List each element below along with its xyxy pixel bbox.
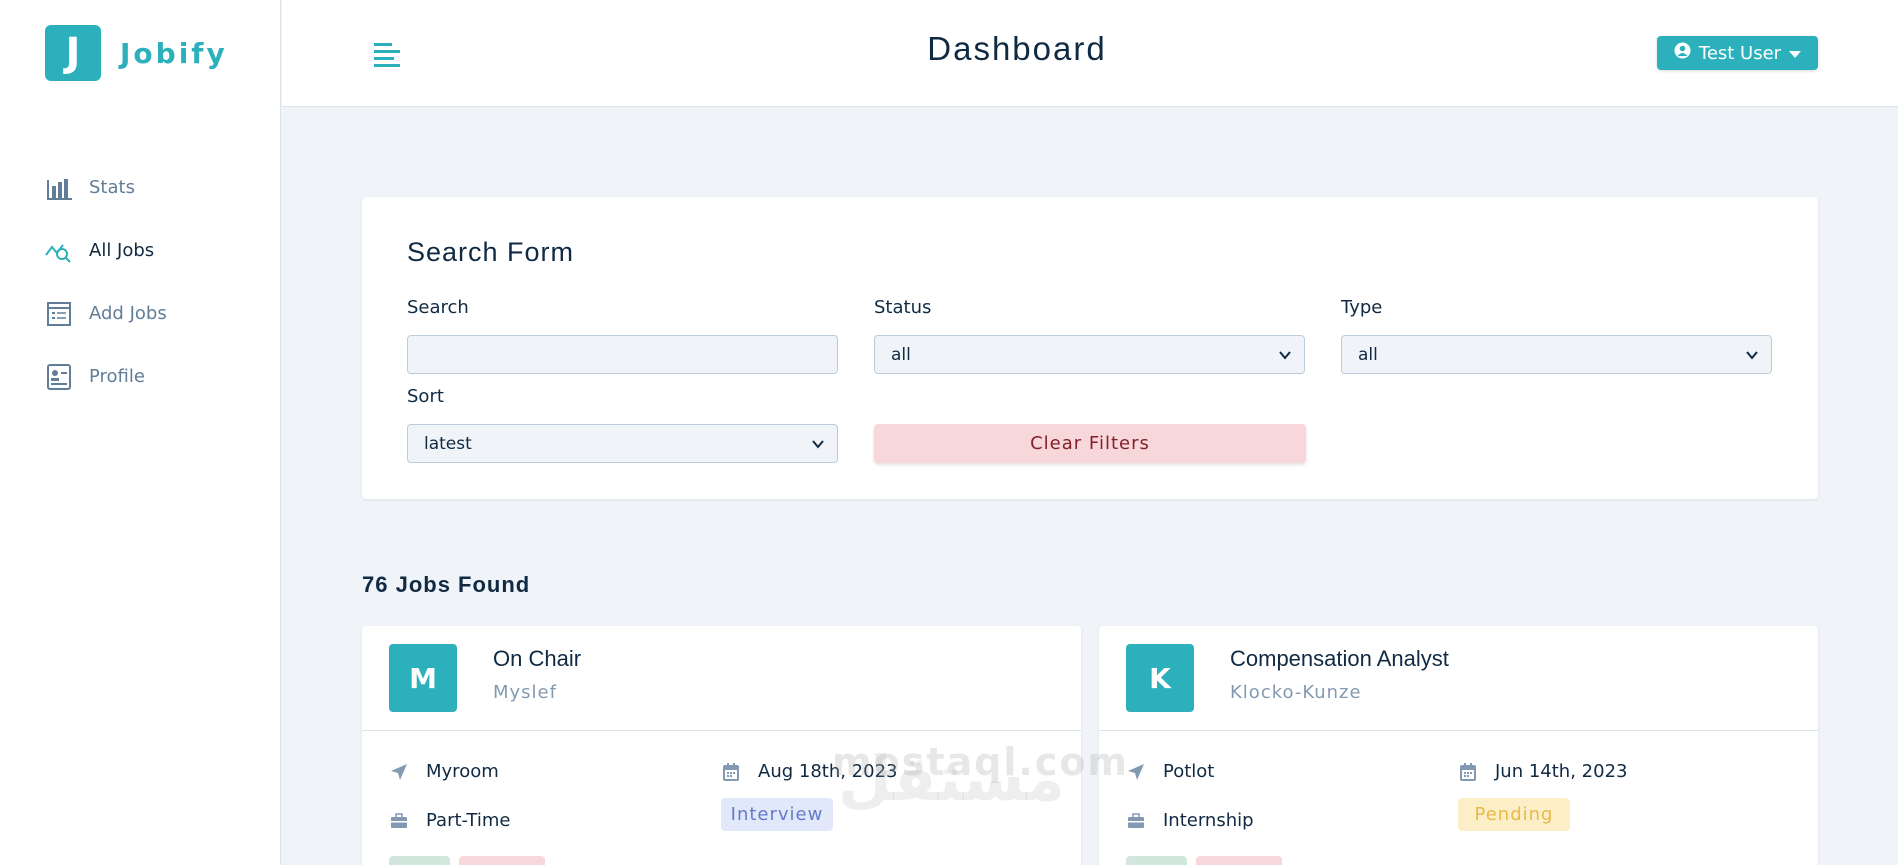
search-form: Search Form Search Status all Type all S… [362, 197, 1818, 499]
search-input[interactable] [407, 335, 838, 374]
job-company: Myslef [493, 682, 557, 703]
user-menu-button[interactable]: Test User [1657, 36, 1818, 70]
sidebar-item-add-jobs[interactable]: Add Jobs [45, 282, 167, 345]
sort-select[interactable]: latest [407, 424, 838, 463]
calendar-icon [721, 762, 741, 782]
sidebar-item-label: All Jobs [89, 240, 155, 261]
job-type-text: Internship [1163, 810, 1254, 831]
type-select-value: all [1358, 344, 1378, 365]
status-label: Status [874, 297, 932, 318]
briefcase-icon [389, 811, 409, 831]
sidebar-item-profile[interactable]: Profile [45, 345, 167, 408]
job-date: Jun 14th, 2023 [1458, 761, 1627, 782]
status-select-value: all [891, 344, 911, 365]
edit-button[interactable] [389, 856, 450, 865]
type-select[interactable]: all [1341, 335, 1772, 374]
search-form-title: Search Form [407, 237, 575, 267]
status-badge: Interview [721, 798, 833, 831]
delete-button[interactable] [1196, 856, 1282, 865]
sidebar-item-all-jobs[interactable]: All Jobs [45, 219, 167, 282]
sidebar-nav: Stats All Jobs Add Jobs Profile [45, 156, 167, 408]
sidebar: J Jobify Stats All Jobs Add Jobs Profile [0, 0, 281, 865]
job-type: Part-Time [389, 810, 510, 831]
job-date-text: Jun 14th, 2023 [1495, 761, 1628, 782]
job-position: On Chair [493, 646, 582, 671]
sort-label: Sort [407, 386, 444, 407]
sidebar-item-label: Add Jobs [89, 303, 167, 324]
job-company: Klocko-Kunze [1230, 682, 1362, 703]
sidebar-item-stats[interactable]: Stats [45, 156, 167, 219]
chart-search-icon [45, 237, 72, 264]
sort-select-value: latest [424, 433, 472, 454]
job-card-header: M On Chair Myslef [362, 626, 1081, 731]
job-type-text: Part-Time [426, 810, 511, 831]
watermark: mostaql.com [832, 740, 1130, 784]
status-select[interactable]: all [874, 335, 1305, 374]
form-icon [45, 300, 72, 327]
type-label: Type [1341, 297, 1383, 318]
status-badge: Pending [1458, 798, 1570, 831]
delete-button[interactable] [459, 856, 545, 865]
jobs-count-heading: 76 Jobs Found [362, 572, 531, 597]
clear-filters-button[interactable]: Clear Filters [874, 424, 1306, 463]
top-navbar: Dashboard Test User [282, 0, 1898, 107]
bar-chart-icon [45, 174, 72, 201]
location-arrow-icon [389, 762, 409, 782]
job-location: Potlot [1126, 761, 1214, 782]
company-avatar: M [389, 644, 457, 712]
job-card: K Compensation Analyst Klocko-Kunze Potl… [1099, 626, 1818, 865]
logo-icon: J [45, 25, 101, 81]
job-card-header: K Compensation Analyst Klocko-Kunze [1099, 626, 1818, 731]
logo-text: Jobify [120, 36, 228, 70]
id-card-icon [45, 363, 72, 390]
user-circle-icon [1674, 42, 1691, 64]
chevron-down-icon [1279, 351, 1291, 360]
calendar-icon [1458, 762, 1478, 782]
user-name: Test User [1698, 42, 1782, 64]
job-location-text: Potlot [1163, 761, 1215, 782]
logo[interactable]: J Jobify [45, 25, 228, 81]
page-title: Dashboard [927, 30, 1107, 67]
job-type: Internship [1126, 810, 1254, 831]
caret-down-icon [1789, 43, 1802, 64]
job-location-text: Myroom [426, 761, 499, 782]
sidebar-item-label: Profile [89, 366, 145, 387]
job-location: Myroom [389, 761, 499, 782]
chevron-down-icon [1746, 351, 1758, 360]
sidebar-item-label: Stats [89, 177, 135, 198]
chevron-down-icon [812, 440, 824, 449]
briefcase-icon [1126, 811, 1146, 831]
edit-button[interactable] [1126, 856, 1187, 865]
job-position: Compensation Analyst [1230, 646, 1449, 671]
company-avatar: K [1126, 644, 1194, 712]
search-label: Search [407, 297, 469, 318]
